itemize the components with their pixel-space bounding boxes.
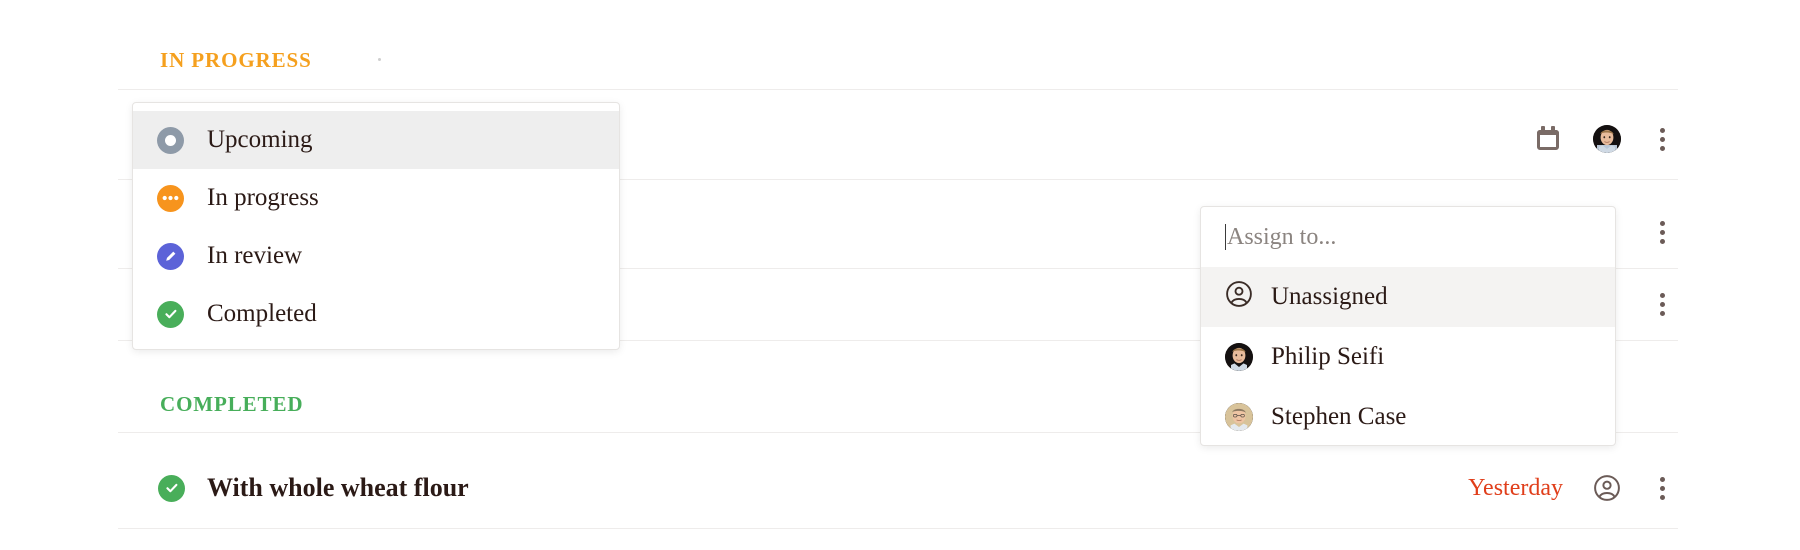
row-divider bbox=[118, 89, 1678, 90]
assign-option-label: Unassigned bbox=[1271, 283, 1388, 310]
row-actions bbox=[1651, 268, 1678, 340]
avatar bbox=[1225, 343, 1253, 371]
kebab-menu-icon[interactable] bbox=[1651, 127, 1673, 151]
assign-placeholder: Assign to... bbox=[1227, 223, 1337, 250]
status-dropdown[interactable]: Upcoming In progress In review Completed bbox=[132, 102, 620, 350]
row-actions: Yesterday bbox=[1468, 452, 1678, 524]
row-actions bbox=[1537, 103, 1678, 175]
status-option-label: In progress bbox=[207, 184, 319, 211]
status-option-completed[interactable]: Completed bbox=[133, 285, 619, 343]
assign-search-input[interactable]: Assign to... bbox=[1201, 207, 1615, 267]
task-title-group: With whole wheat flour bbox=[158, 452, 469, 524]
status-option-upcoming[interactable]: Upcoming bbox=[133, 111, 619, 169]
status-option-label: In review bbox=[207, 242, 303, 269]
calendar-icon[interactable] bbox=[1537, 126, 1563, 152]
decorative-dot bbox=[378, 58, 381, 61]
task-list-canvas: IN PROGRESS COMPLETED With whole wheat f… bbox=[0, 0, 1800, 550]
assign-option-stephen-case[interactable]: Stephen Case bbox=[1201, 387, 1615, 447]
assign-option-label: Stephen Case bbox=[1271, 403, 1407, 430]
kebab-menu-icon[interactable] bbox=[1651, 220, 1673, 244]
section-header-in-progress: IN PROGRESS bbox=[160, 48, 312, 72]
due-date-badge: Yesterday bbox=[1468, 474, 1563, 501]
text-caret bbox=[1225, 224, 1226, 250]
assign-option-unassigned[interactable]: Unassigned bbox=[1201, 267, 1615, 327]
status-option-label: Completed bbox=[207, 300, 317, 327]
table-row-completed[interactable]: With whole wheat flour Yesterday bbox=[118, 452, 1678, 524]
kebab-menu-icon[interactable] bbox=[1651, 476, 1673, 500]
task-title: With whole wheat flour bbox=[207, 473, 469, 502]
account-circle-icon bbox=[1225, 280, 1253, 315]
avatar[interactable] bbox=[1593, 125, 1621, 153]
assign-option-philip-seifi[interactable]: Philip Seifi bbox=[1201, 327, 1615, 387]
section-header-completed: COMPLETED bbox=[160, 392, 304, 416]
check-circle-icon bbox=[157, 300, 184, 328]
assign-dropdown[interactable]: Assign to... Unassigned Philip Seifi Ste… bbox=[1200, 206, 1616, 446]
status-option-label: Upcoming bbox=[207, 126, 313, 153]
assign-option-label: Philip Seifi bbox=[1271, 343, 1385, 370]
row-actions bbox=[1651, 196, 1678, 268]
row-divider bbox=[118, 528, 1678, 529]
account-circle-icon[interactable] bbox=[1593, 474, 1621, 502]
kebab-menu-icon[interactable] bbox=[1651, 292, 1673, 316]
status-option-in-review[interactable]: In review bbox=[133, 227, 619, 285]
check-circle-icon[interactable] bbox=[158, 474, 185, 502]
ellipsis-circle-icon bbox=[157, 184, 184, 212]
circle-outline-icon bbox=[157, 126, 184, 154]
status-option-in-progress[interactable]: In progress bbox=[133, 169, 619, 227]
avatar bbox=[1225, 403, 1253, 431]
pencil-circle-icon bbox=[157, 242, 184, 270]
